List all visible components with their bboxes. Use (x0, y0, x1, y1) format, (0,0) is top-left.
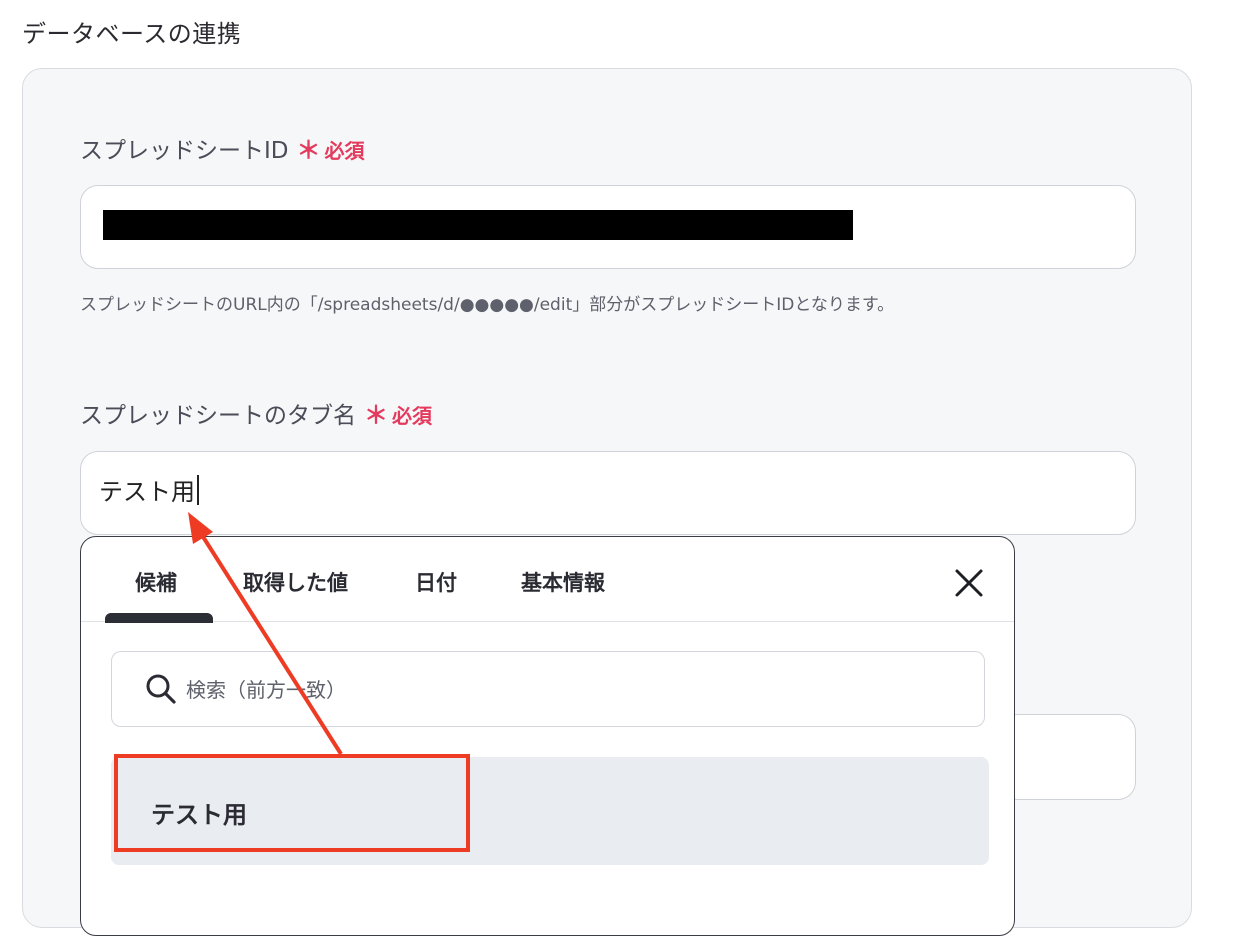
tab-name-value-text: テスト用 (99, 478, 195, 506)
search-box (111, 651, 985, 727)
option-label: テスト用 (151, 801, 247, 829)
tab-candidates[interactable]: 候補 (135, 567, 177, 597)
dropdown-tabs: 候補 取得した値 日付 基本情報 (81, 537, 1014, 623)
tab-date[interactable]: 日付 (415, 567, 457, 597)
search-input[interactable] (184, 670, 968, 710)
spreadsheet-id-label: スプレッドシートID ＊必須 (80, 130, 365, 165)
required-text: 必須 (392, 404, 432, 428)
tab-name-label-text: スプレッドシートのタブ名 (80, 403, 356, 429)
tab-name-field[interactable]: テスト用 (80, 451, 1136, 535)
spreadsheet-id-help-text: スプレッドシートのURL内の「/spreadsheets/d/●●●●●/edi… (80, 295, 895, 315)
required-text: 必須 (324, 139, 365, 163)
required-asterisk: ＊ (296, 136, 321, 164)
redacted-value (103, 210, 853, 240)
active-tab-indicator (105, 613, 213, 623)
close-button[interactable] (951, 565, 987, 601)
section-title: データベースの連携 (22, 20, 242, 48)
spreadsheet-id-label-text: スプレッドシートID (80, 138, 289, 164)
required-asterisk: ＊ (364, 401, 388, 429)
suggestion-dropdown: 候補 取得した値 日付 基本情報 テスト用 (80, 536, 1015, 936)
required-badge: ＊必須 (296, 136, 365, 164)
tab-basic-info[interactable]: 基本情報 (521, 567, 605, 597)
tab-name-value: テスト用 (99, 472, 199, 507)
search-icon (146, 674, 176, 704)
next-field-partial[interactable] (1000, 714, 1136, 800)
tab-retrieved-values[interactable]: 取得した値 (243, 567, 348, 597)
tab-name-label: スプレッドシートのタブ名 ＊必須 (80, 395, 432, 430)
spreadsheet-id-field[interactable] (80, 185, 1136, 269)
required-badge: ＊必須 (364, 401, 432, 429)
option-item[interactable]: テスト用 (111, 757, 989, 865)
text-caret (197, 475, 199, 505)
close-icon (955, 569, 983, 597)
